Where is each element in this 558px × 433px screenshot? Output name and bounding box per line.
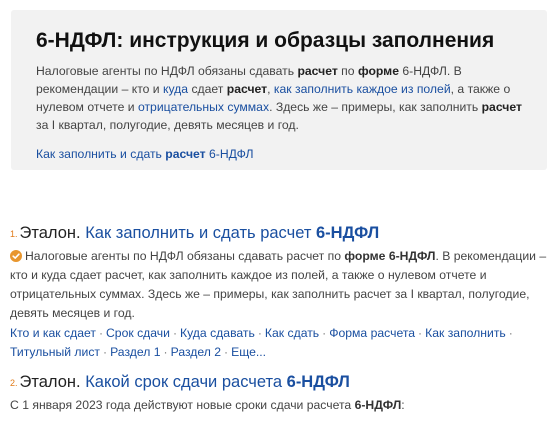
desc-bold: форме 6-НДФЛ [344,249,436,263]
sitelink-more[interactable]: Еще... [231,345,266,359]
desc-text: , [267,82,274,96]
title-bold: 6-НДФЛ [315,224,380,242]
result-title: 2. Эталон. Какой срок сдачи расчета 6-НДФ… [10,371,550,394]
result-sitelinks: Кто и как сдает · Срок сдачи · Куда сдавать ·… [10,324,550,362]
sitelink-form[interactable]: Форма расчета [329,326,415,340]
sitelink-separator: · [98,326,103,340]
desc-text: сдает [188,82,227,96]
snippet-link-how-fill[interactable]: как заполнить каждое из полей [274,82,451,96]
desc-text: за I квартал, полугодие, девять месяцев … [36,118,299,132]
desc-bold: 6-НДФЛ [354,398,402,412]
sitelink-separator: · [508,326,513,340]
title-text: Как заполнить и сдать расчет [80,224,316,242]
desc-text: : [401,398,405,412]
featured-snippet-card: 6-НДФЛ: инструкция и образцы заполнения … [11,10,547,170]
sitelink-section-1[interactable]: Раздел 1 [110,345,160,359]
search-result: 2. Эталон. Какой срок сдачи расчета 6-НДФ… [10,371,550,415]
snippet-description: Налоговые агенты по НДФЛ обязаны сдавать… [36,62,523,134]
verified-check-icon [10,250,22,262]
sitelink-separator: · [224,345,229,359]
title-text: Какой срок сдачи расчета [80,373,287,391]
result-description: Налоговые агенты по НДФЛ обязаны сдавать… [10,247,550,323]
sitelink-where-submit[interactable]: Куда сдавать [180,326,255,340]
desc-text: . Здесь же – примеры, как заполнить [269,100,482,114]
snippet-link-where[interactable]: куда [163,82,188,96]
sitelink-separator: · [163,345,168,359]
result-title: 1. Эталон. Как заполнить и сдать расчет 6… [10,222,550,245]
link-bold: расчет [165,147,206,161]
sitelink-separator: · [322,326,327,340]
desc-text: Налоговые агенты по НДФЛ обязаны сдавать… [25,249,345,263]
search-result: 1. Эталон. Как заполнить и сдать расчет 6… [10,222,550,362]
result-title-link[interactable]: Как заполнить и сдать расчет 6-НДФЛ [80,224,380,242]
desc-bold: расчет [297,64,338,78]
sitelink-separator: · [418,326,423,340]
sitelink-separator: · [172,326,178,340]
link-text: 6-НДФЛ [205,147,254,161]
sitelink-separator: · [257,326,262,340]
sitelink-title-page[interactable]: Титульный лист [10,345,100,359]
sitelink-section-2[interactable]: Раздел 2 [171,345,221,359]
sitelink-separator: · [103,345,108,359]
snippet-link-negative-sums[interactable]: отрицательных суммах [138,100,269,114]
desc-text: Налоговые агенты по НДФЛ обязаны сдавать [36,64,298,78]
title-bold: 6-НДФЛ [286,373,350,391]
desc-bold: форме [357,64,399,78]
sitelink-how-fill[interactable]: Как заполнить [425,326,506,340]
link-text: Как заполнить и сдать [36,147,166,161]
desc-text: С 1 января 2023 года действуют новые сро… [10,398,355,412]
desc-text: по [337,64,358,78]
sitelink-deadline[interactable]: Срок сдачи [106,326,170,340]
sitelink-who-submits[interactable]: Кто и как сдает [10,326,96,340]
result-description: С 1 января 2023 года действуют новые сро… [10,396,550,415]
snippet-source-link[interactable]: Как заполнить и сдать расчет 6-НДФЛ [36,146,523,162]
desc-bold: расчет [226,82,268,96]
snippet-title: 6-НДФЛ: инструкция и образцы заполнения [36,29,495,52]
result-number: 1. [10,229,18,239]
sitelink-how-submit[interactable]: Как сдать [265,326,319,340]
desc-bold: расчет [481,100,522,114]
result-site: Эталон. [19,373,81,391]
result-number: 2. [10,378,18,388]
result-site: Эталон. [19,224,81,242]
result-title-link[interactable]: Какой срок сдачи расчета 6-НДФЛ [81,373,350,391]
